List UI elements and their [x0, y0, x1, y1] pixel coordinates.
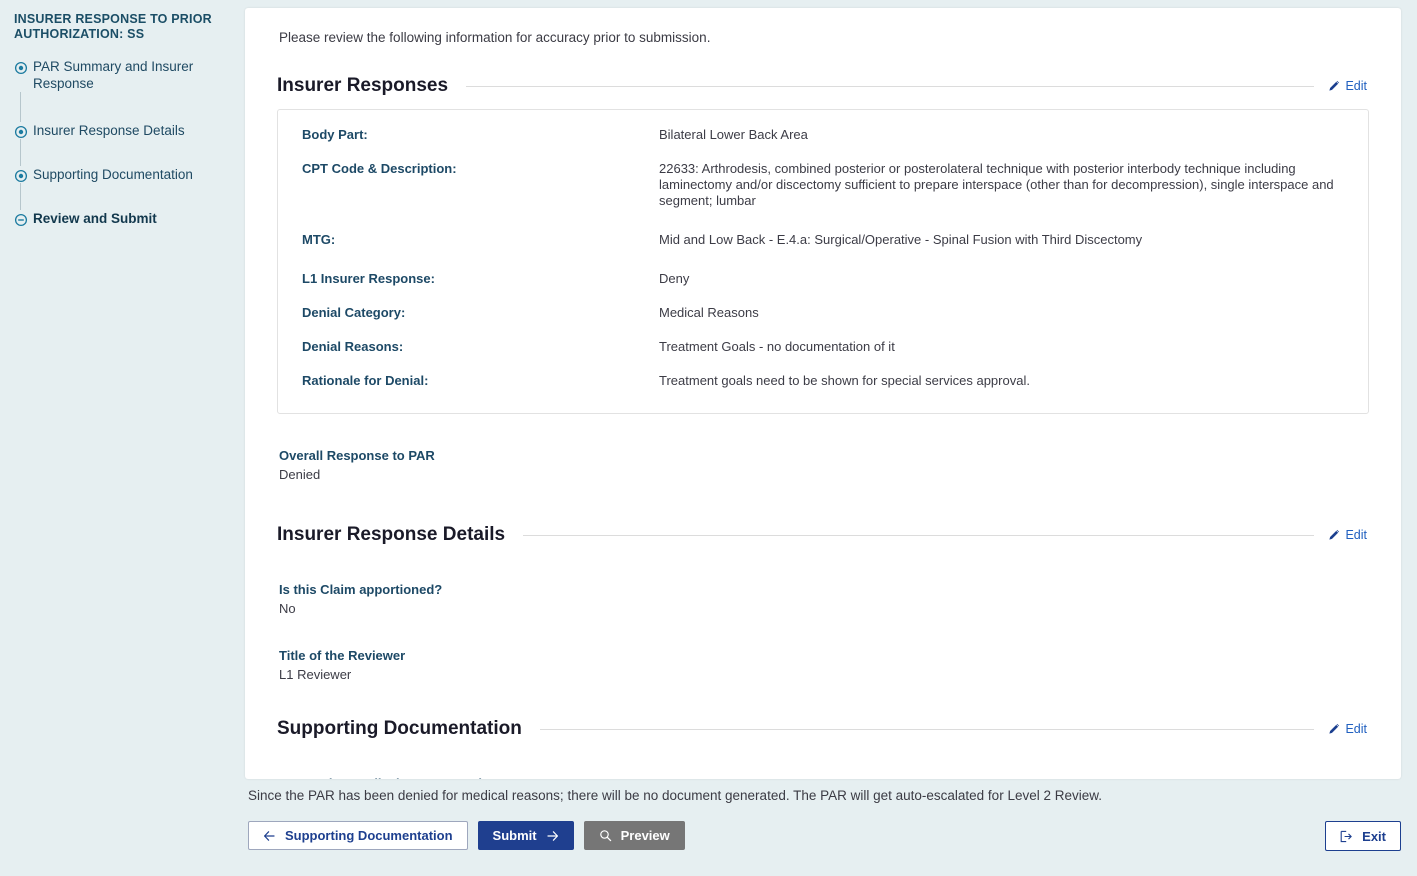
sidebar-item-label: Supporting Documentation — [33, 166, 193, 183]
pencil-icon — [1328, 723, 1340, 735]
app-root: INSURER RESPONSE TO PRIOR AUTHORIZATION:… — [0, 0, 1417, 876]
main-content: Please review the following information … — [245, 0, 1417, 876]
pencil-icon — [1328, 529, 1340, 541]
section-rule — [540, 729, 1315, 730]
footer-note: Since the PAR has been denied for medica… — [248, 788, 1401, 803]
field-value: Treatment goals need to be shown for spe… — [659, 372, 1344, 389]
section-title: Insurer Responses — [277, 75, 448, 97]
preview-button-label: Preview — [621, 828, 670, 843]
footer: Since the PAR has been denied for medica… — [245, 780, 1401, 876]
edit-label: Edit — [1345, 79, 1367, 93]
sidebar-item-label: Review and Submit — [33, 210, 157, 227]
sidebar-item-review-and-submit[interactable]: Review and Submit — [14, 210, 231, 227]
overall-response-label: Overall Response to PAR — [279, 448, 1369, 463]
field-row-rationale-for-denial: Rationale for Denial: Treatment goals ne… — [302, 372, 1344, 389]
exit-icon — [1340, 830, 1353, 843]
section-rule — [523, 535, 1314, 536]
step-connector — [20, 92, 21, 122]
footer-button-row: Supporting Documentation Submit — [248, 821, 1401, 850]
step-connector — [20, 139, 21, 166]
preview-button[interactable]: Preview — [584, 821, 685, 850]
sidebar-title: INSURER RESPONSE TO PRIOR AUTHORIZATION:… — [14, 12, 231, 42]
section-header-insurer-response-details: Insurer Response Details Edit — [277, 524, 1369, 546]
field-value: Medical Reasons — [659, 304, 1344, 321]
field-value: Mid and Low Back - E.4.a: Surgical/Opera… — [659, 231, 1344, 248]
section-header-supporting-documentation: Supporting Documentation Edit — [277, 718, 1369, 740]
field-value: Treatment Goals - no documentation of it — [659, 338, 1344, 355]
exit-button-label: Exit — [1362, 829, 1386, 844]
overall-response-value: Denied — [279, 467, 1369, 482]
field-row-mtg: MTG: Mid and Low Back - E.4.a: Surgical/… — [302, 231, 1344, 248]
field-value: Deny — [659, 270, 1344, 287]
claim-apportioned-block: Is this Claim apportioned? No — [279, 582, 1369, 616]
supporting-medical-documentation-block: Supporting Medical Documentation Medical… — [279, 776, 1369, 779]
back-to-supporting-documentation-button[interactable]: Supporting Documentation — [248, 821, 468, 850]
edit-insurer-response-details-button[interactable]: Edit — [1328, 528, 1369, 542]
sidebar-item-label: PAR Summary and Insurer Response — [33, 58, 231, 92]
step-connector — [20, 183, 21, 210]
field-row-denial-reasons: Denial Reasons: Treatment Goals - no doc… — [302, 338, 1344, 355]
search-icon — [599, 829, 612, 842]
sidebar-steps: PAR Summary and Insurer Response Insurer… — [14, 58, 231, 227]
section-title: Supporting Documentation — [277, 718, 522, 740]
field-label: CPT Code & Description: — [302, 160, 659, 209]
arrow-right-icon — [546, 830, 559, 842]
pencil-icon — [1328, 80, 1340, 92]
section-header-insurer-responses: Insurer Responses Edit — [277, 75, 1369, 97]
field-label: Denial Reasons: — [302, 338, 659, 355]
sidebar-item-label: Insurer Response Details — [33, 122, 185, 139]
section-rule — [466, 86, 1314, 87]
reviewer-title-value: L1 Reviewer — [279, 667, 1369, 682]
field-label: L1 Insurer Response: — [302, 270, 659, 287]
section-title: Insurer Response Details — [277, 524, 505, 546]
sidebar-item-insurer-response-details[interactable]: Insurer Response Details — [14, 122, 231, 139]
exit-button[interactable]: Exit — [1325, 821, 1401, 851]
arrow-left-icon — [263, 830, 276, 842]
field-row-denial-category: Denial Category: Medical Reasons — [302, 304, 1344, 321]
claim-apportioned-value: No — [279, 601, 1369, 616]
field-row-l1-insurer-response: L1 Insurer Response: Deny — [302, 270, 1344, 287]
sidebar-item-supporting-documentation[interactable]: Supporting Documentation — [14, 166, 231, 183]
supporting-medical-documentation-label: Supporting Medical Documentation — [279, 776, 1369, 779]
field-label: MTG: — [302, 231, 659, 248]
overall-response-block: Overall Response to PAR Denied — [279, 448, 1369, 482]
insurer-responses-box: Body Part: Bilateral Lower Back Area CPT… — [277, 109, 1369, 414]
claim-apportioned-label: Is this Claim apportioned? — [279, 582, 1369, 597]
step-circle-icon — [14, 169, 28, 183]
field-label: Rationale for Denial: — [302, 372, 659, 389]
intro-text: Please review the following information … — [279, 30, 1369, 45]
step-circle-icon — [14, 61, 28, 75]
reviewer-title-block: Title of the Reviewer L1 Reviewer — [279, 648, 1369, 682]
step-circle-icon — [14, 125, 28, 139]
field-label: Body Part: — [302, 126, 659, 143]
edit-supporting-documentation-button[interactable]: Edit — [1328, 722, 1369, 736]
edit-label: Edit — [1345, 722, 1367, 736]
field-row-body-part: Body Part: Bilateral Lower Back Area — [302, 126, 1344, 143]
review-card: Please review the following information … — [245, 8, 1401, 779]
back-button-label: Supporting Documentation — [285, 828, 453, 843]
field-value: Bilateral Lower Back Area — [659, 126, 1344, 143]
field-label: Denial Category: — [302, 304, 659, 321]
submit-button[interactable]: Submit — [478, 821, 574, 850]
step-circle-current-icon — [14, 213, 28, 227]
field-value: 22633: Arthrodesis, combined posterior o… — [659, 160, 1344, 209]
field-row-cpt-code: CPT Code & Description: 22633: Arthrodes… — [302, 160, 1344, 209]
edit-label: Edit — [1345, 528, 1367, 542]
reviewer-title-label: Title of the Reviewer — [279, 648, 1369, 663]
sidebar: INSURER RESPONSE TO PRIOR AUTHORIZATION:… — [0, 0, 245, 876]
edit-insurer-responses-button[interactable]: Edit — [1328, 79, 1369, 93]
submit-button-label: Submit — [493, 828, 537, 843]
sidebar-item-par-summary[interactable]: PAR Summary and Insurer Response — [14, 58, 231, 92]
